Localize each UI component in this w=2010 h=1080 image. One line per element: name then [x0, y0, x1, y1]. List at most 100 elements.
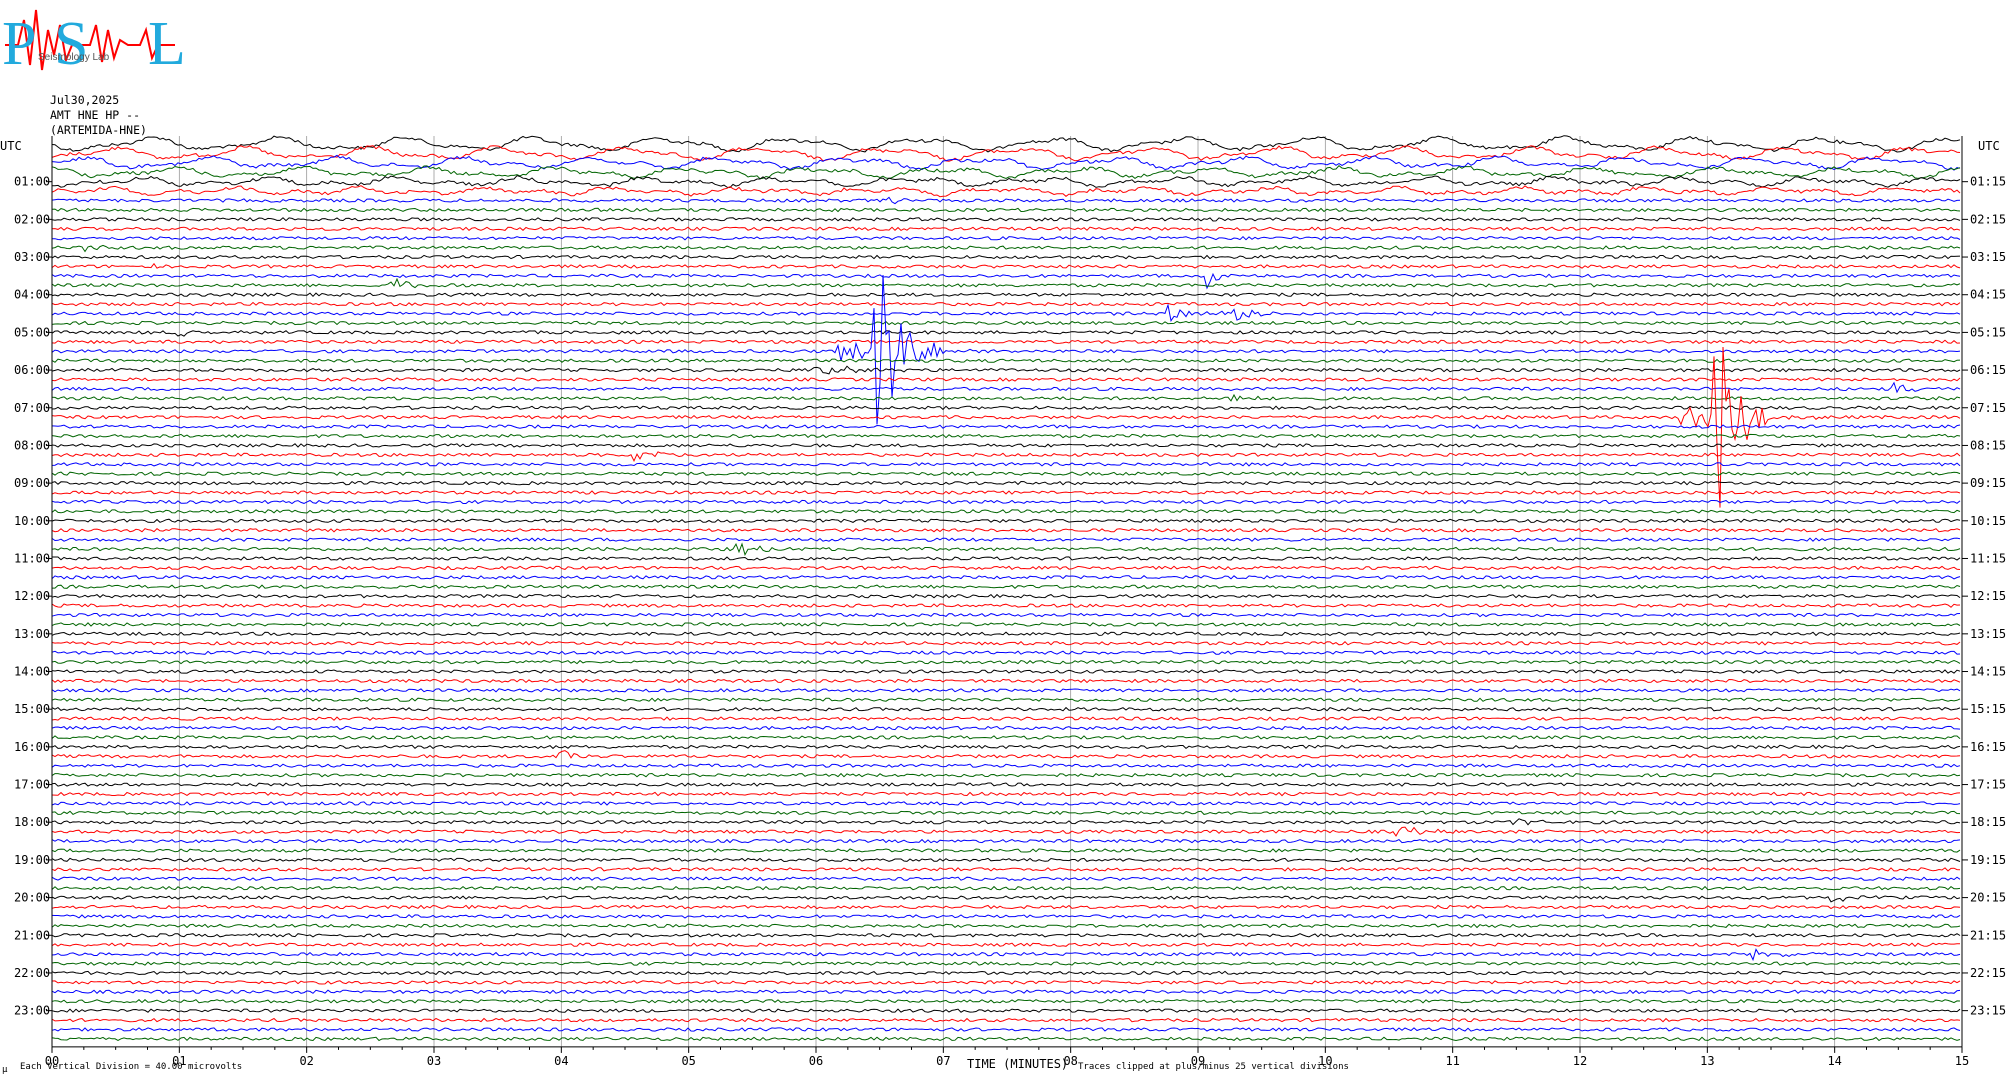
left-hour-label: 15:00	[14, 702, 50, 716]
trace-line	[51, 622, 1961, 627]
trace-line	[51, 989, 1961, 995]
trace-line	[51, 196, 1961, 205]
left-hour-label: 07:00	[14, 401, 50, 415]
right-hour-label: 19:15	[1970, 853, 2006, 867]
trace-line	[52, 556, 1961, 561]
right-hour-label: 10:15	[1970, 514, 2006, 528]
trace-line	[51, 499, 1961, 505]
trace-line	[51, 826, 1961, 837]
trace-line	[51, 329, 1961, 337]
right-hour-label: 12:15	[1970, 589, 2006, 603]
left-hour-label: 14:00	[14, 665, 50, 679]
trace-line	[51, 358, 1961, 363]
left-hour-label: 21:00	[14, 928, 50, 942]
trace-line	[51, 791, 1961, 797]
trace-line	[51, 895, 1961, 903]
x-tick-label: 03	[427, 1054, 441, 1068]
trace-line	[51, 262, 1961, 269]
right-hour-label: 20:15	[1970, 891, 2006, 905]
trace-line	[51, 424, 1961, 429]
right-hour-label: 21:15	[1970, 928, 2006, 942]
left-hour-label: 16:00	[14, 740, 50, 754]
trace-line	[51, 277, 1961, 289]
left-hour-label: 08:00	[14, 438, 50, 452]
x-tick-label: 11	[1445, 1054, 1459, 1068]
trace-line	[51, 365, 1961, 375]
trace-line	[51, 339, 1961, 345]
trace-line	[51, 405, 1961, 411]
trace-line	[51, 942, 1961, 948]
left-axis-title: UTC	[0, 139, 22, 153]
trace-line	[51, 154, 1961, 171]
left-hour-label: 09:00	[14, 476, 50, 490]
trace-line	[51, 744, 1961, 750]
left-hour-label: 20:00	[14, 891, 50, 905]
clipping-note: Traces clipped at plus/minus 25 vertical…	[1078, 1062, 1349, 1072]
right-hour-label: 03:15	[1970, 250, 2006, 264]
left-hour-label: 18:00	[14, 815, 50, 829]
right-hour-label: 11:15	[1970, 551, 2006, 565]
x-tick-label: 04	[554, 1054, 568, 1068]
right-hour-label: 23:15	[1970, 1004, 2006, 1018]
left-hour-label: 05:00	[14, 325, 50, 339]
trace-line	[51, 725, 1961, 731]
trace-line	[51, 980, 1961, 985]
helicorder-plot: 4584344053753433142862592322071811581341…	[0, 135, 2006, 1075]
right-hour-label: 13:15	[1970, 627, 2006, 641]
trace-line	[51, 801, 1961, 806]
trace-line	[52, 584, 1961, 589]
trace-line	[51, 857, 1961, 863]
trace-line	[51, 750, 1961, 759]
right-hour-label: 15:15	[1970, 702, 2006, 716]
right-hour-label: 04:15	[1970, 288, 2006, 302]
trace-line	[51, 593, 1961, 599]
trace-line	[51, 716, 1961, 721]
trace-line	[51, 509, 1961, 514]
right-axis-title: UTC	[1978, 139, 2000, 153]
trace-line	[51, 603, 1961, 608]
trace-line	[51, 518, 1961, 524]
trace-line	[51, 377, 1961, 382]
trace-line	[51, 135, 1961, 153]
trace-line	[51, 217, 1961, 222]
trace-line	[51, 914, 1961, 919]
trace-line	[51, 303, 1961, 322]
trace-line	[51, 612, 1961, 618]
right-hour-label: 08:15	[1970, 438, 2006, 452]
x-tick-label: 12	[1573, 1054, 1587, 1068]
left-hour-label: 06:00	[14, 363, 50, 377]
x-tick-label: 14	[1827, 1054, 1841, 1068]
left-hour-label: 17:00	[14, 778, 50, 792]
trace-line	[51, 274, 1961, 425]
right-hour-label: 02:15	[1970, 212, 2006, 226]
trace-line	[51, 320, 1961, 326]
vertical-division-note: Each Vertical Division = 40.00 microvolt…	[20, 1062, 242, 1072]
trace-line	[51, 688, 1961, 693]
trace-line	[51, 542, 1961, 557]
trace-line	[51, 244, 1961, 253]
trace-line	[51, 876, 1961, 881]
x-tick-label: 07	[936, 1054, 950, 1068]
trace-line	[51, 669, 1961, 674]
trace-line	[51, 226, 1961, 232]
left-hour-label: 04:00	[14, 288, 50, 302]
trace-line	[51, 145, 1961, 162]
right-hour-label: 18:15	[1970, 815, 2006, 829]
right-hour-label: 09:15	[1970, 476, 2006, 490]
x-tick-label: 13	[1700, 1054, 1714, 1068]
trace-line	[51, 254, 1961, 260]
right-hour-label: 17:15	[1970, 778, 2006, 792]
trace-line	[51, 165, 1961, 180]
trace-line	[51, 810, 1961, 816]
trace-line	[51, 207, 1961, 213]
trace-line	[51, 631, 1961, 637]
trace-line	[51, 575, 1961, 580]
trace-line	[51, 490, 1961, 495]
x-tick-label: 15	[1955, 1054, 1969, 1068]
trace-line	[51, 451, 1961, 462]
trace-line	[51, 393, 1961, 402]
trace-line	[51, 961, 1961, 966]
trace-line	[51, 904, 1961, 910]
trace-line	[51, 471, 1961, 476]
trace-line	[51, 1036, 1961, 1042]
